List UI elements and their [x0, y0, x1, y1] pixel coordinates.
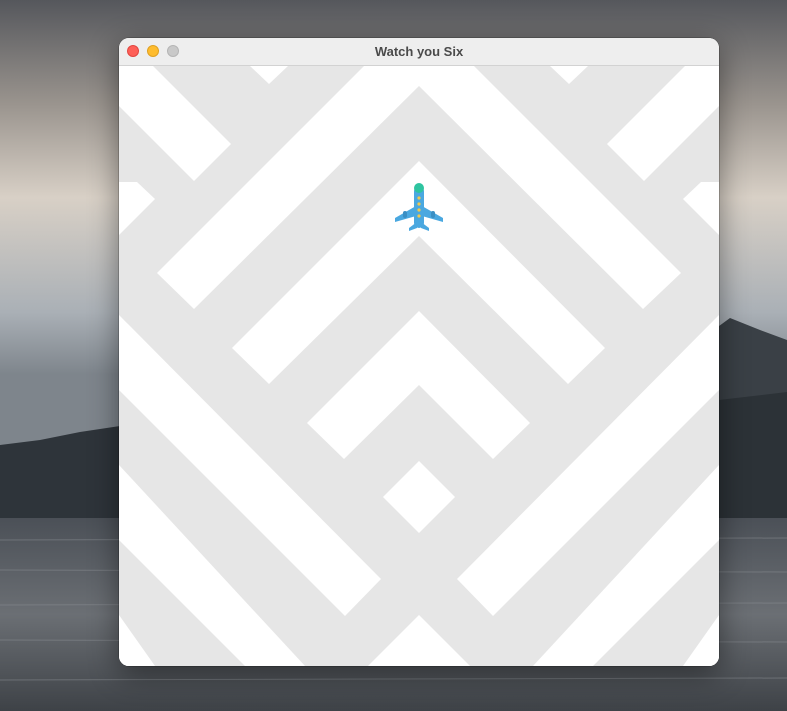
game-canvas[interactable] — [119, 66, 719, 666]
window-title: Watch you Six — [374, 44, 464, 59]
app-window: Watch you Six — [119, 38, 719, 666]
window-titlebar[interactable]: Watch you Six — [119, 38, 719, 66]
chevron-pattern-background — [119, 66, 719, 666]
